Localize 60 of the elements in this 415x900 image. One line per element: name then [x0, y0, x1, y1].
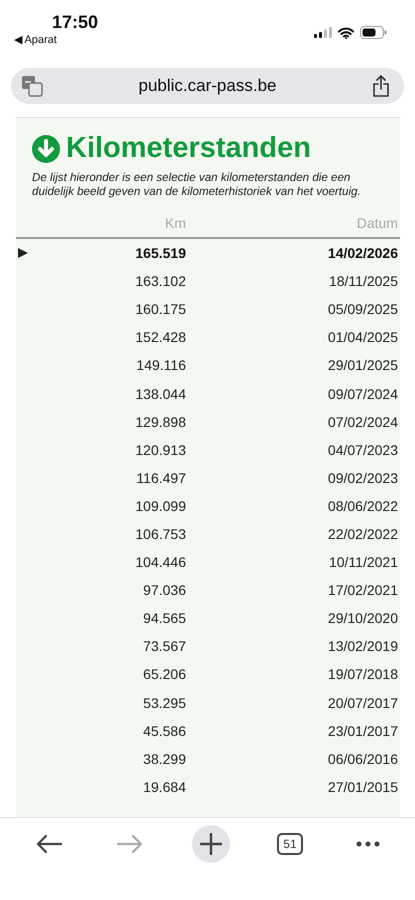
wifi-icon	[338, 26, 354, 38]
table-cell: 38.299	[143, 750, 186, 767]
new-tab-button[interactable]	[192, 825, 230, 863]
battery-icon	[360, 26, 387, 39]
address-bar[interactable]: public.car-pass.be	[11, 68, 404, 104]
table-cell: 45.586	[143, 722, 186, 739]
signal-icon	[314, 27, 332, 38]
table-cell: 08/06/2022	[328, 498, 398, 514]
table-cell: 97.036	[143, 582, 186, 598]
plus-icon	[200, 833, 222, 855]
table-cell: 116.497	[136, 470, 186, 486]
download-circle-icon	[32, 134, 60, 162]
table-cell: 22/02/2022	[328, 526, 398, 542]
translate-icon[interactable]	[21, 75, 43, 97]
table-cell: 06/06/2016	[328, 750, 398, 767]
table-cell: 29/10/2020	[328, 610, 398, 626]
table-cell: 129.898	[135, 414, 186, 430]
table-cell: 09/07/2024	[328, 386, 398, 402]
table-cell: 01/04/2025	[328, 329, 398, 346]
table-cell: 23/01/2017	[328, 722, 398, 739]
table-cell: 19.684	[143, 778, 186, 795]
table-cell: 04/07/2023	[328, 442, 398, 458]
table-cell: 17/02/2021	[328, 582, 398, 598]
share-icon[interactable]	[372, 75, 390, 97]
table-cell: 20/07/2017	[328, 694, 398, 711]
url-text: public.car-pass.be	[138, 76, 278, 96]
status-time: 17:50	[52, 12, 98, 33]
table-cell: 19/07/2018	[328, 666, 398, 682]
back-to-app-link[interactable]: ◀ Aparat	[14, 33, 57, 46]
table-cell: 73.567	[143, 638, 186, 654]
back-arrow-icon	[34, 834, 63, 854]
table-cell: 152.428	[135, 329, 186, 346]
table-cell: 07/02/2024	[328, 414, 398, 430]
table-cell: 104.446	[135, 554, 186, 570]
table-cell: 14/02/2026	[328, 245, 398, 262]
section-title: Kilometerstanden	[66, 132, 311, 165]
table-cell: 94.565	[143, 610, 186, 626]
table-cell: 53.295	[143, 694, 186, 711]
table-cell: 10/11/2021	[328, 554, 398, 570]
table-cell: 138.044	[135, 386, 186, 402]
table-cell: 65.206	[143, 666, 186, 682]
table-cell: 09/02/2023	[328, 470, 398, 486]
forward-arrow-icon	[116, 834, 144, 854]
table-cell: 109.099	[135, 498, 186, 514]
table-cell: 149.116	[136, 357, 186, 374]
table-cell: 05/09/2025	[328, 301, 398, 318]
table-cell: 163.102	[135, 273, 186, 290]
table-cell: 160.175	[135, 301, 186, 318]
column-header: Datum	[356, 215, 398, 231]
table-cell: 29/01/2025	[328, 357, 398, 374]
table-cell: 106.753	[135, 526, 186, 542]
table-cell: 27/01/2015	[328, 778, 398, 795]
table-cell: 13/02/2019	[328, 638, 398, 654]
table-cell: 165.519	[135, 245, 186, 262]
table-cell: 18/11/2025	[328, 273, 398, 290]
section-description: De lijst hieronder is een selectie van kilometerstanden die een duidelijk beeld geven van de kilometerhistoriek van het voertuig.	[32, 171, 362, 199]
tabs-button[interactable]: 51	[271, 827, 309, 861]
column-header: Km	[165, 215, 186, 231]
table-cell: 120.913	[135, 442, 186, 458]
more-dots-icon	[356, 841, 380, 847]
